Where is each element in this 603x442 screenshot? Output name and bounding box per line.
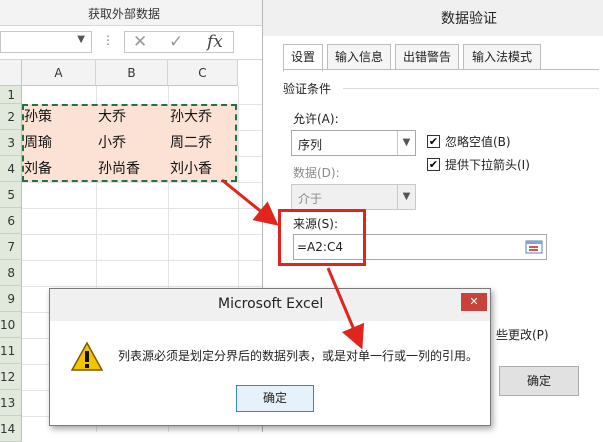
- apply-to-all-label[interactable]: 些更改(P): [496, 326, 549, 343]
- warning-icon: [70, 341, 104, 371]
- name-box[interactable]: ▼: [0, 31, 92, 53]
- ribbon-group[interactable]: 获取外部数据: [0, 0, 262, 26]
- more-icon: ⋮: [102, 33, 114, 47]
- column-header-c[interactable]: C: [168, 60, 238, 86]
- gridline: [22, 208, 262, 209]
- formula-bar: ▼ ⋮ ✕ ✓ fx: [0, 26, 262, 60]
- column-header-b[interactable]: B: [96, 60, 168, 86]
- row-header[interactable]: 10: [0, 312, 22, 338]
- chevron-down-icon[interactable]: ▼: [77, 34, 85, 45]
- message-title: Microsoft Excel: [218, 296, 324, 312]
- tab-error-alert[interactable]: 出错警告: [395, 44, 459, 70]
- row-header[interactable]: 13: [0, 390, 22, 416]
- data-value: 介于: [298, 192, 323, 206]
- confirm-icon[interactable]: ✓: [169, 33, 183, 51]
- source-highlight-box: [278, 209, 366, 266]
- message-body: 列表源必须是划定分界后的数据列表，或是对单一行或一列的引用。 确定: [50, 321, 490, 425]
- ignore-blank-checkbox[interactable]: ✔: [427, 135, 440, 148]
- tab-input-message[interactable]: 输入信息: [327, 44, 391, 70]
- dialog-title: 数据验证: [441, 11, 497, 27]
- row-header[interactable]: 3: [0, 130, 22, 156]
- data-label: 数据(D):: [293, 166, 340, 180]
- row-header[interactable]: 2: [0, 104, 22, 130]
- gridline: [22, 234, 262, 235]
- row-header[interactable]: 8: [0, 260, 22, 286]
- copy-marquee: [22, 104, 237, 182]
- dropdown-label: 提供下拉箭头(I): [445, 158, 530, 172]
- row-header[interactable]: 5: [0, 182, 22, 208]
- row-header[interactable]: 1: [0, 86, 22, 104]
- row-header[interactable]: 12: [0, 364, 22, 390]
- column-header-a[interactable]: A: [22, 60, 96, 86]
- message-text: 列表源必须是划定分界后的数据列表，或是对单一行或一列的引用。: [118, 349, 479, 363]
- dialog-titlebar[interactable]: 数据验证: [263, 0, 603, 36]
- allow-select[interactable]: 序列 ▼: [291, 130, 416, 156]
- row-header[interactable]: 14: [0, 416, 22, 442]
- cancel-icon[interactable]: ✕: [133, 33, 147, 51]
- message-ok-button[interactable]: 确定: [236, 385, 314, 412]
- formula-buttons: ✕ ✓ fx: [124, 31, 234, 53]
- close-icon[interactable]: ✕: [461, 293, 487, 311]
- tab-divider: [283, 69, 599, 70]
- ignore-blank-label: 忽略空值(B): [445, 135, 511, 149]
- row-header[interactable]: 6: [0, 208, 22, 234]
- allow-label: 允许(A):: [293, 112, 339, 126]
- row-header[interactable]: 7: [0, 234, 22, 260]
- allow-value: 序列: [298, 138, 323, 152]
- ribbon-group-label: 获取外部数据: [88, 7, 161, 21]
- insert-function-icon[interactable]: fx: [207, 32, 223, 52]
- section-divider: [343, 88, 599, 89]
- chevron-down-icon: ▼: [397, 185, 415, 209]
- row-header[interactable]: 4: [0, 156, 22, 182]
- row-header[interactable]: 11: [0, 338, 22, 364]
- dropdown-checkbox[interactable]: ✔: [427, 158, 440, 171]
- data-select: 介于 ▼: [291, 184, 416, 210]
- gridline: [22, 182, 262, 183]
- gridline: [22, 286, 262, 287]
- gridline: [22, 260, 262, 261]
- range-select-icon[interactable]: [525, 238, 543, 256]
- error-message-box: Microsoft Excel ✕ 列表源必须是划定分界后的数据列表，或是对单一…: [49, 288, 491, 426]
- row-header[interactable]: 9: [0, 286, 22, 312]
- message-titlebar[interactable]: Microsoft Excel ✕: [50, 289, 490, 321]
- dialog-ok-button[interactable]: 确定: [499, 366, 579, 396]
- tab-ime-mode[interactable]: 输入法模式: [463, 44, 541, 70]
- chevron-down-icon[interactable]: ▼: [397, 131, 415, 155]
- select-all-corner[interactable]: [0, 60, 22, 86]
- tab-settings[interactable]: 设置: [283, 44, 323, 72]
- section-label: 验证条件: [283, 82, 332, 96]
